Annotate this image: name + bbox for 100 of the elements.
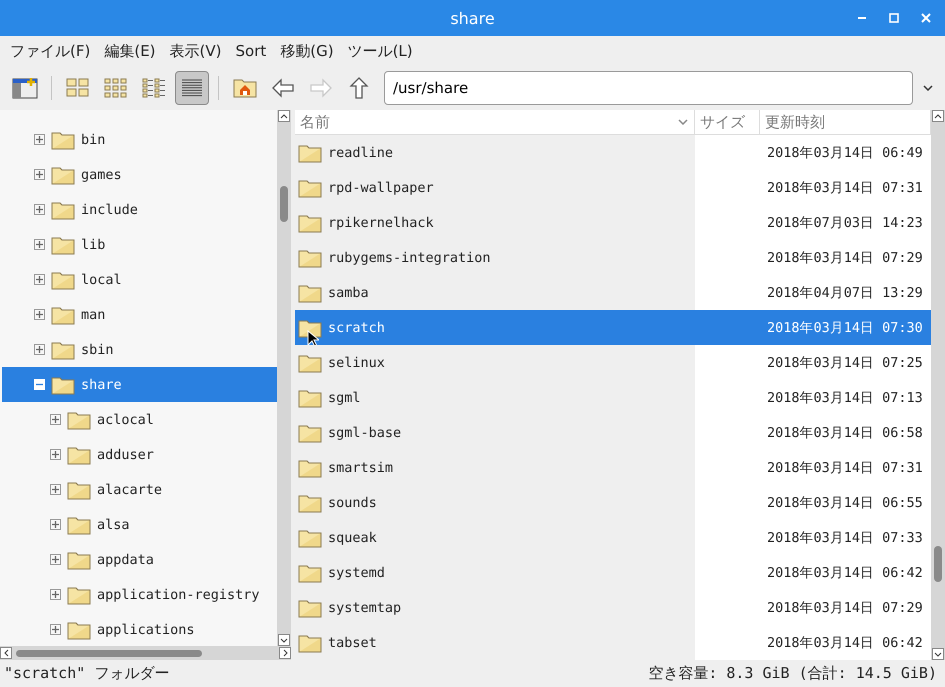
scroll-up-button[interactable] — [278, 110, 290, 122]
close-icon — [921, 13, 931, 23]
path-field[interactable]: /usr/share — [384, 71, 913, 105]
modified-date: 2018年03月14日 07:31 — [766, 178, 923, 196]
tree-item[interactable]: games — [2, 157, 277, 192]
folder-icon — [298, 318, 322, 338]
folder-icon — [51, 130, 75, 150]
column-header[interactable]: サイズ — [695, 110, 760, 134]
expand-icon[interactable] — [34, 309, 45, 320]
maximize-icon — [889, 13, 899, 23]
folder-name: appdata — [97, 552, 154, 568]
folder-icon — [298, 492, 322, 512]
tree-item[interactable]: local — [2, 262, 277, 297]
expand-icon[interactable] — [34, 134, 45, 145]
expand-icon[interactable] — [34, 239, 45, 250]
folder-name: share — [81, 376, 122, 392]
horizontal-scrollbar[interactable] — [0, 646, 291, 660]
folder-icon — [298, 352, 322, 372]
tree-item[interactable]: bin — [2, 122, 277, 157]
tree-item[interactable]: applications — [2, 612, 277, 646]
folder-icon — [67, 514, 91, 534]
file-name: rpd-wallpaper — [328, 180, 434, 196]
tree-item[interactable]: alacarte — [2, 472, 277, 507]
folder-icon — [67, 584, 91, 604]
status-text: "scratch" フォルダー — [4, 664, 170, 683]
expand-icon[interactable] — [50, 624, 61, 635]
tree-item[interactable]: alsa — [2, 507, 277, 542]
menu-item[interactable]: 表示(V) — [170, 42, 222, 60]
folder-name: applications — [97, 622, 195, 638]
large-icons-view-icon — [66, 78, 90, 98]
file-name: sounds — [328, 494, 377, 510]
expand-icon[interactable] — [34, 169, 45, 180]
tree-item[interactable]: man — [2, 297, 277, 332]
folder-name: local — [81, 272, 122, 288]
modified-date: 2018年03月14日 06:42 — [766, 634, 923, 652]
menu-item[interactable]: 移動(G) — [280, 42, 334, 60]
right-arrow-icon — [309, 78, 333, 98]
home-folder-icon — [233, 78, 257, 98]
file-name: rpikernelhack — [328, 214, 434, 230]
tree-item[interactable]: sbin — [2, 332, 277, 367]
scroll-down-button[interactable] — [278, 634, 290, 646]
caret-up-icon — [280, 114, 288, 118]
tree-item[interactable]: aclocal — [2, 402, 277, 437]
menu-item[interactable]: ツール(L) — [348, 42, 413, 60]
expand-icon[interactable] — [34, 204, 45, 215]
vertical-scrollbar[interactable] — [277, 110, 291, 646]
vertical-scrollbar[interactable] — [931, 110, 945, 660]
folder-icon — [298, 598, 322, 618]
scroll-thumb[interactable] — [934, 546, 942, 582]
expand-icon[interactable] — [34, 344, 45, 355]
menu-item[interactable]: Sort — [236, 42, 266, 60]
compact-view-icon — [142, 78, 166, 98]
folder-icon — [51, 164, 75, 184]
menu-item[interactable]: ファイル(F) — [10, 42, 90, 60]
folder-icon — [298, 562, 322, 582]
folder-icon — [67, 550, 91, 570]
folder-icon — [298, 632, 322, 652]
folder-name: application-registry — [97, 586, 260, 602]
file-row[interactable]: scratch 2018年03月14日 07:30 — [295, 310, 931, 345]
scroll-down-button[interactable] — [932, 648, 944, 660]
file-name: selinux — [328, 354, 385, 370]
folder-name: aclocal — [97, 412, 154, 428]
tree-item[interactable]: adduser — [2, 437, 277, 472]
modified-date: 2018年03月14日 07:30 — [766, 318, 923, 336]
expand-icon[interactable] — [34, 274, 45, 285]
tree-item[interactable]: include — [2, 192, 277, 227]
scroll-left-button[interactable] — [0, 647, 12, 659]
folder-icon — [298, 422, 322, 442]
column-header[interactable]: 名前 — [295, 110, 695, 134]
window-plus-icon — [12, 77, 38, 99]
file-name: scratch — [328, 320, 385, 336]
view-mode-button[interactable] — [175, 71, 209, 105]
folder-name: man — [81, 306, 106, 322]
folder-icon — [51, 200, 75, 220]
modified-date: 2018年03月14日 07:25 — [766, 354, 923, 372]
folder-icon — [51, 340, 75, 360]
expand-icon[interactable] — [50, 554, 61, 565]
scroll-up-button[interactable] — [932, 110, 944, 122]
folder-icon — [51, 270, 75, 290]
left-arrow-icon — [271, 78, 295, 98]
tree-item[interactable]: appdata — [2, 542, 277, 577]
expand-icon[interactable] — [50, 484, 61, 495]
tree-item[interactable]: share — [2, 367, 277, 402]
expand-icon[interactable] — [50, 414, 61, 425]
folder-icon — [67, 620, 91, 640]
expand-icon[interactable] — [50, 519, 61, 530]
menu-item[interactable]: 編集(E) — [104, 42, 156, 60]
scroll-thumb[interactable] — [280, 186, 288, 222]
collapse-icon[interactable] — [34, 379, 45, 390]
expand-icon[interactable] — [50, 589, 61, 600]
file-name: systemtap — [328, 600, 402, 616]
expand-icon[interactable] — [50, 449, 61, 460]
folder-name: alsa — [97, 516, 130, 532]
tree-item[interactable]: lib — [2, 227, 277, 262]
scroll-right-button[interactable] — [279, 647, 291, 659]
folder-name: lib — [81, 236, 106, 252]
modified-date: 2018年03月14日 07:31 — [766, 458, 923, 476]
tree-item[interactable]: application-registry — [2, 577, 277, 612]
modified-date: 2018年07月03日 14:23 — [766, 214, 923, 232]
folder-name: adduser — [97, 446, 154, 462]
